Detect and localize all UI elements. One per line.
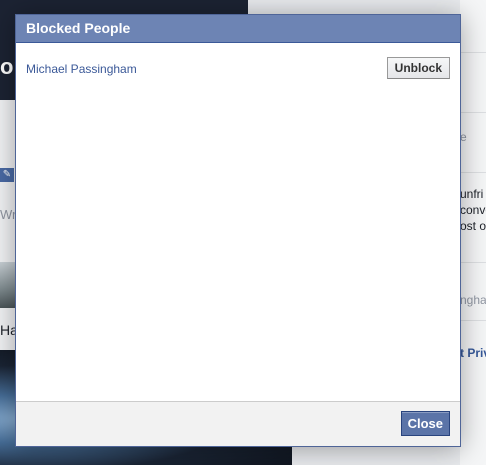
- right-link-fragment[interactable]: t Priv: [460, 346, 486, 360]
- right-text-fragment: e: [460, 130, 467, 144]
- divider: [460, 172, 486, 173]
- divider: [460, 52, 486, 53]
- blocked-person-link[interactable]: Michael Passingham: [26, 62, 137, 76]
- dialog-title: Blocked People: [16, 15, 460, 43]
- feed-photo: [0, 262, 16, 308]
- pencil-icon[interactable]: ✎: [0, 168, 14, 182]
- close-button[interactable]: Close: [400, 411, 450, 436]
- right-text-fragment: unfri: [460, 187, 484, 201]
- blocked-people-dialog: Blocked People Michael Passingham Unbloc…: [15, 14, 461, 447]
- right-column: e unfri conve ost or ngha t Priv: [460, 0, 486, 465]
- right-text-fragment: ngha: [460, 293, 486, 307]
- right-text-fragment: conve: [460, 203, 486, 217]
- divider: [460, 112, 486, 113]
- list-item: Michael Passingham Unblock: [26, 57, 450, 81]
- divider: [460, 320, 486, 321]
- unblock-button[interactable]: Unblock: [386, 57, 450, 79]
- divider: [460, 262, 486, 263]
- dialog-body: Michael Passingham Unblock: [16, 43, 460, 401]
- right-text-fragment: ost or: [460, 219, 486, 233]
- dialog-footer: Close: [16, 401, 460, 446]
